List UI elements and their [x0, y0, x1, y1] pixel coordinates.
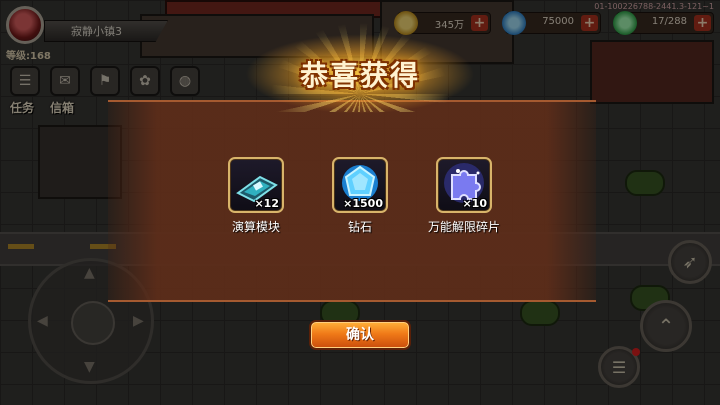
reward-quantity: ×12	[254, 197, 279, 210]
reward-item[interactable]: ×10 万能解限碎片	[404, 157, 524, 235]
reward-quantity: ×10	[462, 197, 487, 210]
reward-frame: ×10	[436, 157, 492, 213]
reward-name: 钻石	[347, 220, 372, 234]
reward-frame: ×1500	[332, 157, 388, 213]
reward-frame: ×12	[228, 157, 284, 213]
reward-quantity: ×1500	[343, 197, 383, 210]
reward-name: 演算模块	[231, 220, 280, 234]
reward-item[interactable]: ×12 演算模块	[196, 157, 316, 235]
reward-item[interactable]: ×1500 钻石	[300, 157, 420, 235]
confirm-button[interactable]: 确认	[309, 320, 411, 350]
modal-title: 恭喜获得	[299, 59, 420, 92]
reward-name: 万能解限碎片	[427, 220, 500, 234]
